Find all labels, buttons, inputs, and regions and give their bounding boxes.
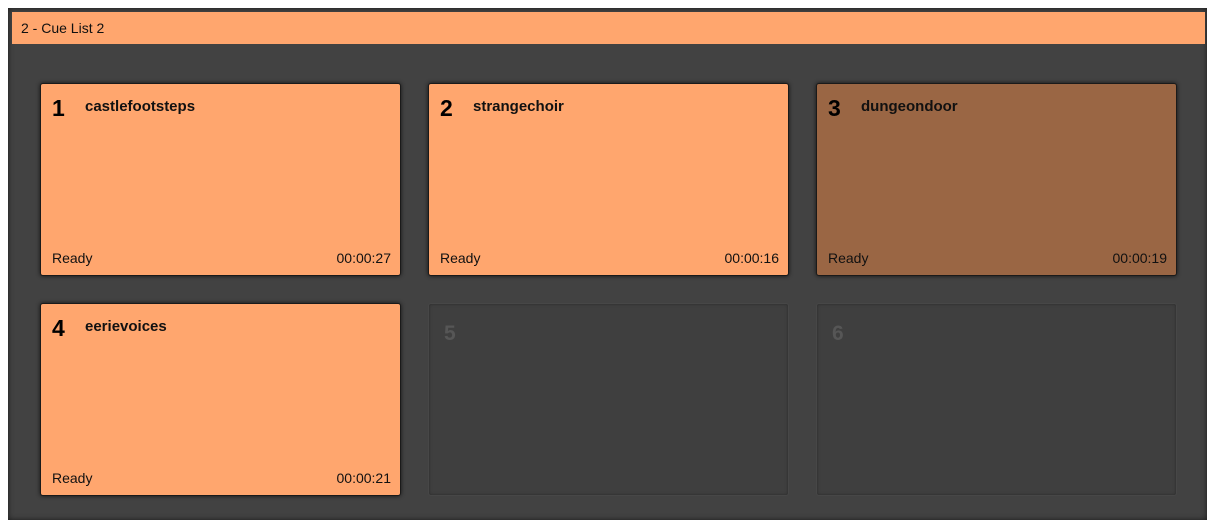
cue-button-5-empty[interactable]: 5	[428, 303, 789, 496]
cue-status: Ready	[440, 250, 481, 266]
cue-name: dungeondoor	[861, 98, 958, 115]
cue-duration: 00:00:27	[336, 250, 392, 266]
cue-button-1[interactable]: 1 castlefootsteps Ready 00:00:27	[40, 83, 401, 276]
cue-status: Ready	[828, 250, 869, 266]
cue-button-2[interactable]: 2 strangechoir Ready 00:00:16	[428, 83, 789, 276]
cue-number: 2	[440, 95, 453, 121]
cue-duration: 00:00:21	[336, 470, 392, 486]
cue-duration: 00:00:16	[724, 250, 780, 266]
cue-list-window: 2 - Cue List 2 1 castlefootsteps Ready 0…	[8, 8, 1207, 520]
cue-button-6-empty[interactable]: 6	[816, 303, 1177, 496]
cue-number: 5	[444, 322, 456, 345]
cue-button-4[interactable]: 4 eerievoices Ready 00:00:21	[40, 303, 401, 496]
cue-name: castlefootsteps	[85, 98, 196, 115]
cue-button-3[interactable]: 3 dungeondoor Ready 00:00:19	[816, 83, 1177, 276]
cue-name: strangechoir	[473, 98, 564, 115]
cue-grid: 1 castlefootsteps Ready 00:00:27 2 stran…	[40, 83, 1178, 497]
cue-status: Ready	[52, 470, 93, 486]
cue-status: Ready	[52, 250, 93, 266]
cue-number: 3	[828, 95, 841, 121]
cue-list-title-bar[interactable]: 2 - Cue List 2	[12, 12, 1205, 44]
cue-name: eerievoices	[85, 318, 167, 335]
cue-number: 4	[52, 315, 65, 341]
cue-duration: 00:00:19	[1112, 250, 1168, 266]
cue-number: 6	[832, 322, 844, 345]
cue-list-title: 2 - Cue List 2	[21, 20, 105, 36]
cue-number: 1	[52, 95, 65, 121]
